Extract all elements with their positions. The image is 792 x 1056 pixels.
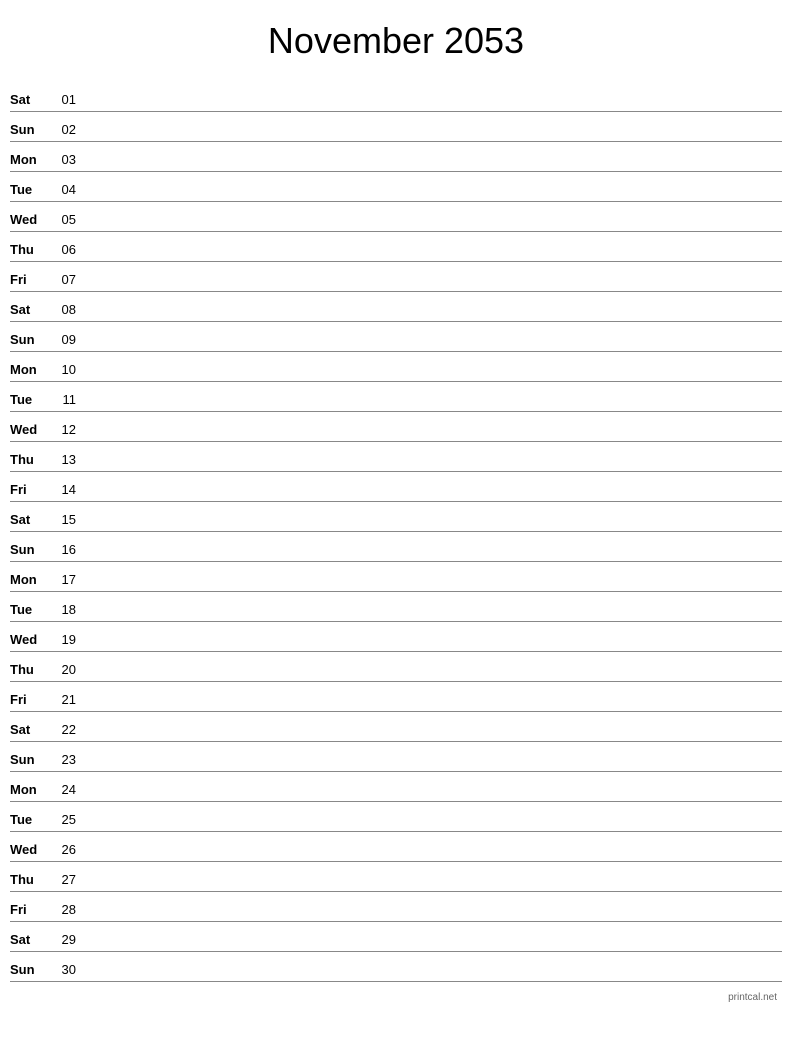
calendar-row: Sun23 <box>10 742 782 772</box>
day-name: Tue <box>10 392 50 409</box>
day-name: Wed <box>10 422 50 439</box>
day-name: Thu <box>10 662 50 679</box>
calendar-row: Sat01 <box>10 82 782 112</box>
calendar-row: Tue25 <box>10 802 782 832</box>
day-number: 12 <box>50 422 80 439</box>
day-number: 25 <box>50 812 80 829</box>
day-number: 24 <box>50 782 80 799</box>
day-number: 02 <box>50 122 80 139</box>
day-name: Tue <box>10 182 50 199</box>
day-number: 10 <box>50 362 80 379</box>
calendar-row: Sat08 <box>10 292 782 322</box>
day-number: 11 <box>50 392 80 409</box>
day-name: Fri <box>10 272 50 289</box>
day-name: Tue <box>10 602 50 619</box>
calendar-row: Fri14 <box>10 472 782 502</box>
calendar-row: Sat22 <box>10 712 782 742</box>
day-number: 20 <box>50 662 80 679</box>
calendar-row: Mon17 <box>10 562 782 592</box>
day-name: Thu <box>10 242 50 259</box>
day-number: 08 <box>50 302 80 319</box>
calendar-row: Tue18 <box>10 592 782 622</box>
day-name: Mon <box>10 782 50 799</box>
calendar-row: Mon03 <box>10 142 782 172</box>
calendar-row: Sat15 <box>10 502 782 532</box>
day-number: 21 <box>50 692 80 709</box>
calendar-row: Sun09 <box>10 322 782 352</box>
day-number: 07 <box>50 272 80 289</box>
day-name: Wed <box>10 212 50 229</box>
day-number: 16 <box>50 542 80 559</box>
calendar-row: Fri21 <box>10 682 782 712</box>
day-name: Thu <box>10 452 50 469</box>
day-number: 17 <box>50 572 80 589</box>
calendar-row: Fri28 <box>10 892 782 922</box>
calendar-row: Sat29 <box>10 922 782 952</box>
footer-text: printcal.net <box>10 992 782 1003</box>
calendar-row: Thu27 <box>10 862 782 892</box>
calendar-row: Thu20 <box>10 652 782 682</box>
page-title: November 2053 <box>10 20 782 62</box>
day-number: 14 <box>50 482 80 499</box>
calendar-row: Wed26 <box>10 832 782 862</box>
day-number: 09 <box>50 332 80 349</box>
day-number: 13 <box>50 452 80 469</box>
calendar-row: Tue11 <box>10 382 782 412</box>
day-name: Sun <box>10 752 50 769</box>
calendar-row: Mon10 <box>10 352 782 382</box>
calendar-row: Wed19 <box>10 622 782 652</box>
day-number: 01 <box>50 92 80 109</box>
day-number: 18 <box>50 602 80 619</box>
day-name: Mon <box>10 572 50 589</box>
day-name: Fri <box>10 482 50 499</box>
day-name: Sat <box>10 722 50 739</box>
calendar-row: Thu06 <box>10 232 782 262</box>
calendar-row: Tue04 <box>10 172 782 202</box>
day-name: Sat <box>10 302 50 319</box>
day-number: 26 <box>50 842 80 859</box>
day-number: 22 <box>50 722 80 739</box>
day-name: Mon <box>10 362 50 379</box>
calendar-row: Thu13 <box>10 442 782 472</box>
day-name: Fri <box>10 902 50 919</box>
day-name: Sat <box>10 932 50 949</box>
day-name: Tue <box>10 812 50 829</box>
calendar-row: Mon24 <box>10 772 782 802</box>
day-number: 19 <box>50 632 80 649</box>
calendar-row: Sun02 <box>10 112 782 142</box>
day-name: Sat <box>10 92 50 109</box>
day-number: 06 <box>50 242 80 259</box>
day-number: 04 <box>50 182 80 199</box>
calendar-row: Wed12 <box>10 412 782 442</box>
calendar-row: Sun30 <box>10 952 782 982</box>
day-name: Wed <box>10 632 50 649</box>
day-name: Wed <box>10 842 50 859</box>
day-name: Sun <box>10 332 50 349</box>
day-name: Mon <box>10 152 50 169</box>
day-number: 15 <box>50 512 80 529</box>
day-name: Sun <box>10 962 50 979</box>
day-name: Sat <box>10 512 50 529</box>
day-number: 28 <box>50 902 80 919</box>
day-number: 03 <box>50 152 80 169</box>
day-name: Sun <box>10 122 50 139</box>
calendar-row: Sun16 <box>10 532 782 562</box>
day-number: 29 <box>50 932 80 949</box>
day-number: 27 <box>50 872 80 889</box>
calendar-row: Wed05 <box>10 202 782 232</box>
day-name: Sun <box>10 542 50 559</box>
calendar-row: Fri07 <box>10 262 782 292</box>
day-number: 30 <box>50 962 80 979</box>
day-number: 05 <box>50 212 80 229</box>
calendar-grid: Sat01Sun02Mon03Tue04Wed05Thu06Fri07Sat08… <box>10 82 782 982</box>
day-name: Fri <box>10 692 50 709</box>
day-name: Thu <box>10 872 50 889</box>
day-number: 23 <box>50 752 80 769</box>
